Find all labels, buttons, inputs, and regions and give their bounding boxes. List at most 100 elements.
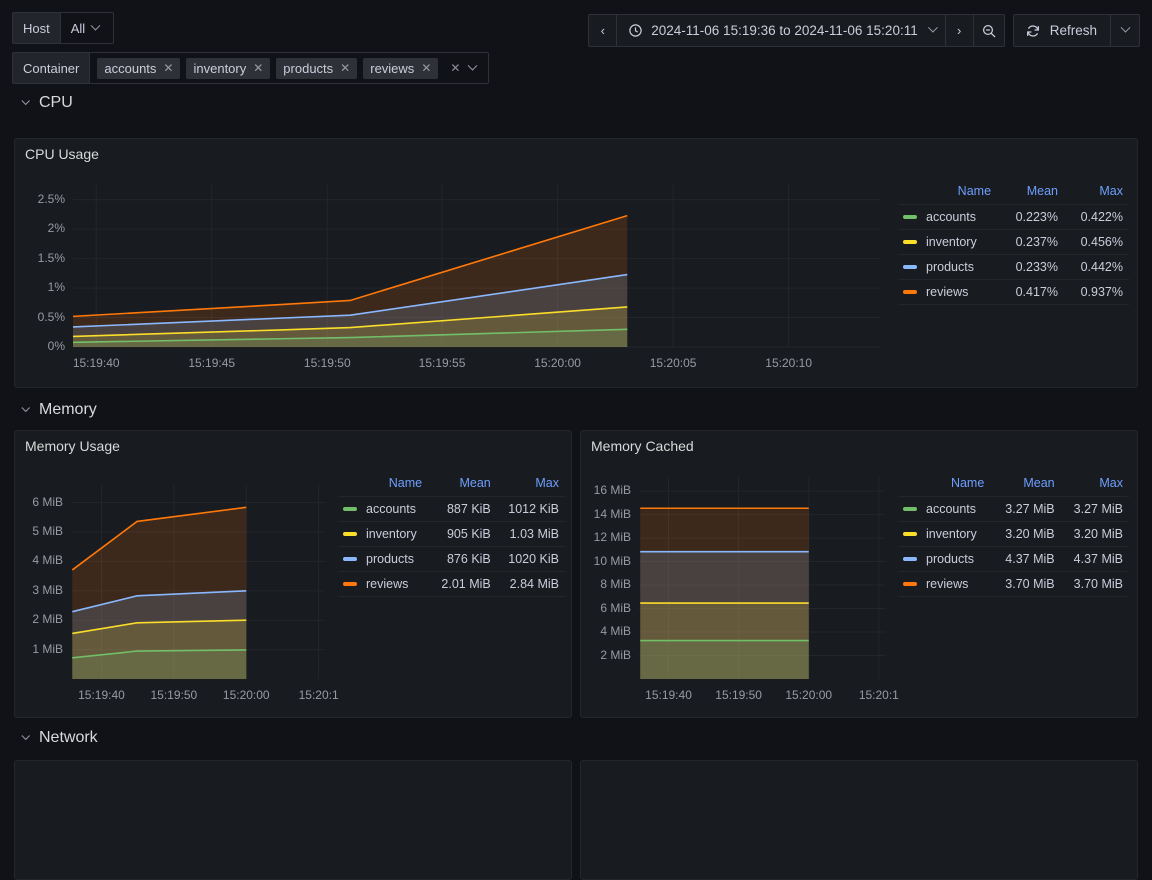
y-axis-tick-label: 16 MiB (593, 483, 631, 498)
variable-pill-reviews[interactable]: reviews ✕ (363, 57, 439, 79)
legend-series-name[interactable]: accounts (899, 204, 1000, 230)
refresh-icon (1026, 24, 1039, 37)
row-header-memory[interactable]: Memory (0, 395, 97, 425)
row-header-network[interactable]: Network (0, 723, 98, 753)
x-axis-tick-label: 15:19:55 (418, 356, 466, 370)
remove-icon[interactable]: ✕ (163, 61, 173, 76)
clear-all-icon[interactable]: ✕ (450, 61, 460, 75)
legend-row[interactable]: reviews 3.70 MiB 3.70 MiB (899, 571, 1129, 597)
variable-pill-accounts[interactable]: accounts ✕ (97, 57, 181, 79)
time-range-text: 2024-11-06 15:19:36 to 2024-11-06 15:20:… (651, 23, 918, 38)
panel-network-tx (580, 760, 1138, 880)
legend-header-max[interactable]: Max (1061, 475, 1129, 497)
x-axis-tick-label: 15:20:00 (785, 688, 833, 702)
memory-cached-legend: Name Mean Max accounts 3.27 MiB 3.27 MiB inven… (899, 461, 1137, 717)
x-axis-tick-label: 15:20:05 (649, 356, 697, 370)
panel-title: Memory Cached (591, 438, 694, 454)
legend-row[interactable]: products 4.37 MiB 4.37 MiB (899, 546, 1129, 572)
legend-series-name[interactable]: inventory (339, 521, 431, 547)
legend-row[interactable]: inventory 3.20 MiB 3.20 MiB (899, 521, 1129, 547)
y-axis-tick-label: 0.5% (37, 309, 65, 324)
time-range-picker: ‹ 2024-11-06 15:19:36 to 2024-11-06 15:2… (588, 14, 1005, 47)
variable-host-select[interactable]: All (59, 12, 114, 44)
legend-header-name[interactable]: Name (899, 475, 992, 497)
legend-series-name[interactable]: reviews (899, 279, 1000, 305)
cpu-usage-plot[interactable]: 0% 0.5% 1% 1.5% 2% 2.5% 15:19:40 15:19:45 15:19:… (15, 169, 899, 387)
legend-header-name[interactable]: Name (899, 183, 999, 205)
legend-header-max[interactable]: Max (1064, 183, 1129, 205)
legend-max-value: 1020 KiB (496, 546, 565, 572)
legend-row[interactable]: reviews 2.01 MiB 2.84 MiB (339, 571, 565, 597)
remove-icon[interactable]: ✕ (421, 61, 431, 76)
legend-series-name[interactable]: reviews (339, 571, 431, 597)
legend-mean-value: 905 KiB (430, 521, 497, 547)
time-range-button[interactable]: 2024-11-06 15:19:36 to 2024-11-06 15:20:… (617, 15, 946, 46)
memory-cached-plot[interactable]: 2 MiB 4 MiB 6 MiB 8 MiB 10 MiB 12 MiB 14 MiB 16… (581, 461, 899, 717)
variable-host: Host All (12, 12, 489, 44)
legend-series-name[interactable]: products (899, 254, 1000, 280)
legend-mean-value: 3.70 MiB (992, 571, 1061, 597)
legend-max-value: 4.37 MiB (1060, 546, 1129, 572)
y-axis-tick-label: 14 MiB (593, 506, 631, 521)
y-axis-tick-label: 2 MiB (32, 612, 63, 627)
legend-header-max[interactable]: Max (497, 475, 565, 497)
legend-row[interactable]: accounts 3.27 MiB 3.27 MiB (899, 496, 1129, 522)
row-header-cpu[interactable]: CPU (0, 88, 1152, 118)
series-color-swatch (903, 265, 917, 269)
time-shift-forward-button[interactable]: › (946, 15, 974, 46)
x-axis-tick-label: 15:20:1 (858, 688, 899, 702)
variable-host-value: All (70, 20, 86, 36)
legend-max-value: 0.442% (1064, 254, 1129, 280)
legend-series-name[interactable]: inventory (899, 521, 993, 547)
chevron-down-icon (927, 22, 938, 33)
row-title: Network (39, 729, 98, 746)
chevron-down-icon[interactable] (467, 60, 478, 71)
legend-row[interactable]: reviews 0.417% 0.937% (899, 279, 1129, 305)
variable-container-label: Container (12, 52, 90, 84)
variable-pill-products[interactable]: products ✕ (276, 57, 358, 79)
remove-icon[interactable]: ✕ (253, 61, 263, 76)
legend-row[interactable]: accounts 887 KiB 1012 KiB (339, 496, 565, 522)
x-axis-tick-label: 15:20:00 (222, 688, 270, 702)
time-shift-back-button[interactable]: ‹ (589, 15, 618, 46)
refresh-button[interactable]: Refresh (1014, 15, 1111, 46)
legend-mean-value: 4.37 MiB (992, 546, 1061, 572)
legend-series-name[interactable]: products (899, 546, 993, 572)
x-axis-tick-label: 15:20:1 (298, 688, 339, 702)
legend-series-name[interactable]: accounts (899, 496, 993, 522)
legend-row[interactable]: products 876 KiB 1020 KiB (339, 546, 565, 572)
legend-series-name[interactable]: reviews (899, 571, 993, 597)
legend-row[interactable]: inventory 0.237% 0.456% (899, 229, 1129, 255)
remove-icon[interactable]: ✕ (340, 61, 350, 76)
y-axis-tick-label: 6 MiB (600, 600, 631, 615)
series-color-swatch (343, 507, 357, 511)
chevron-down-icon (90, 20, 101, 31)
variable-pill-inventory[interactable]: inventory ✕ (186, 57, 271, 79)
legend-header-name[interactable]: Name (339, 475, 430, 497)
series-color-swatch (903, 215, 917, 219)
legend-mean-value: 0.237% (999, 229, 1064, 255)
legend-row[interactable]: products 0.233% 0.442% (899, 254, 1129, 280)
zoom-out-button[interactable] (974, 15, 1004, 46)
series-color-swatch (343, 557, 357, 561)
refresh-interval-button[interactable] (1111, 15, 1139, 46)
variable-container: Container accounts ✕ inventory ✕ product… (12, 52, 490, 84)
legend-mean-value: 2.01 MiB (430, 571, 497, 597)
legend-header-mean[interactable]: Mean (430, 475, 497, 497)
y-axis-tick-label: 3 MiB (32, 582, 63, 597)
legend-series-name[interactable]: inventory (899, 229, 1000, 255)
legend-series-name[interactable]: accounts (339, 496, 431, 522)
variable-container-select[interactable]: accounts ✕ inventory ✕ products ✕ review… (89, 52, 490, 84)
panel-memory-usage: Memory Usage 1 MiB 2 MiB 3 MiB 4 MiB 5 MiB 6 … (14, 430, 572, 718)
memory-usage-plot[interactable]: 1 MiB 2 MiB 3 MiB 4 MiB 5 MiB 6 MiB 15:19:40 15… (15, 461, 339, 717)
chevron-down-icon (21, 96, 30, 106)
variable-pill-label: accounts (104, 60, 157, 76)
legend-row[interactable]: accounts 0.223% 0.422% (899, 204, 1129, 230)
legend-row[interactable]: inventory 905 KiB 1.03 MiB (339, 521, 565, 547)
legend-mean-value: 887 KiB (430, 496, 497, 522)
legend-series-name[interactable]: products (339, 546, 431, 572)
legend-header-mean[interactable]: Mean (992, 475, 1060, 497)
y-axis-tick-label: 0% (47, 339, 65, 353)
legend-header-mean[interactable]: Mean (999, 183, 1064, 205)
refresh-label: Refresh (1049, 23, 1097, 38)
